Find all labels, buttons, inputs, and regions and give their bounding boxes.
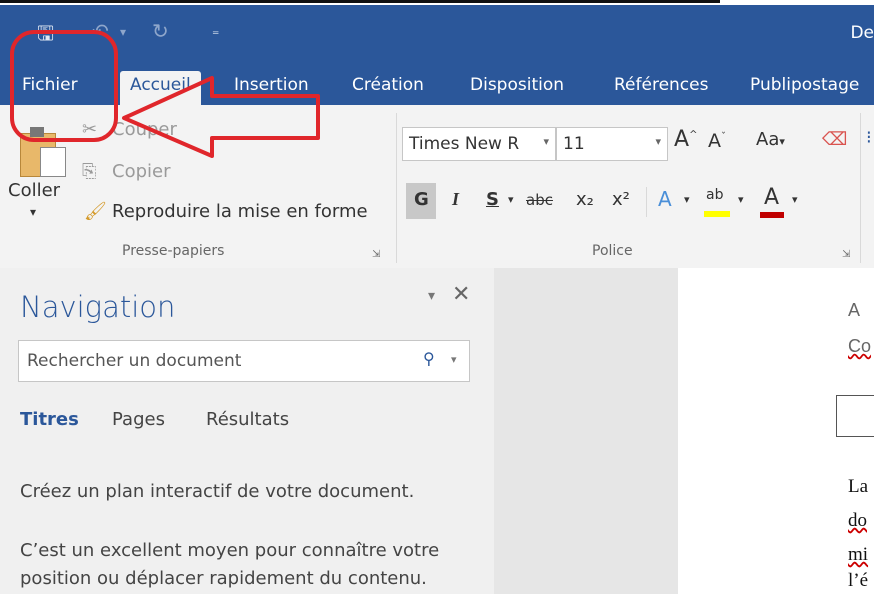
annotation-circle xyxy=(10,30,118,142)
annotation-arrow xyxy=(122,76,320,158)
annotation-overlay xyxy=(10,30,320,158)
